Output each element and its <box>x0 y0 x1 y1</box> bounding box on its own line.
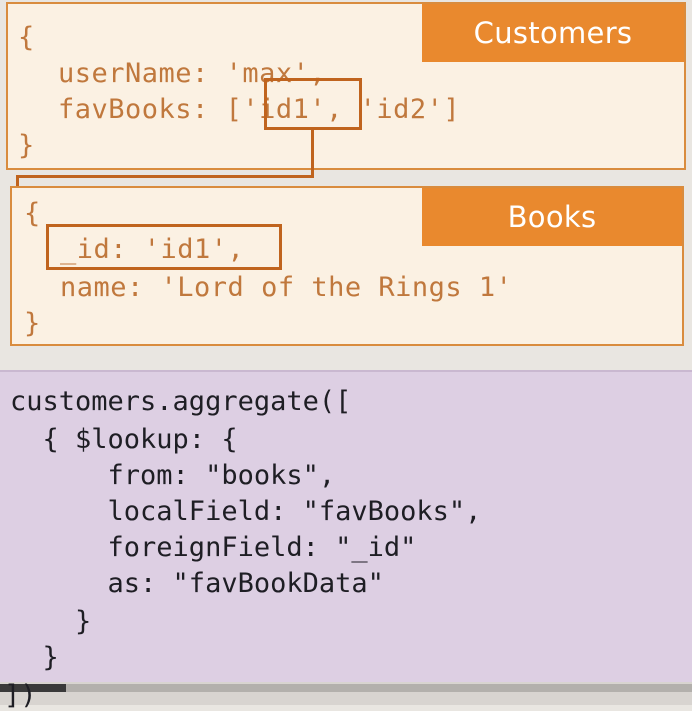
horizontal-scrollbar-track[interactable] <box>66 684 692 692</box>
customers-open-brace: { <box>18 22 35 53</box>
username-key: userName: <box>58 58 209 89</box>
books-close-brace: } <box>24 308 41 339</box>
id-highlight-box <box>46 224 282 270</box>
aggregate-line-7: } <box>10 606 92 637</box>
books-line-name: name: 'Lord of the Rings 1' <box>60 272 513 303</box>
favbooks-key: favBooks: <box>58 94 209 125</box>
books-label: Books <box>422 188 682 246</box>
customers-close-brace: } <box>18 130 35 161</box>
aggregate-line-3: from: "books", <box>10 460 336 491</box>
aggregate-line-5: foreignField: "_id" <box>10 532 417 563</box>
aggregate-line-9: ]) <box>4 680 37 711</box>
favbooks-bracket: [ <box>225 94 243 125</box>
aggregate-line-8: } <box>10 642 59 673</box>
books-open-brace: { <box>24 198 41 229</box>
aggregate-code-panel: customers.aggregate([ { $lookup: { from:… <box>0 370 692 684</box>
id1-highlight-box <box>264 78 362 130</box>
connector-vertical-top <box>311 130 314 178</box>
customers-label: Customers <box>422 4 684 62</box>
connector-horizontal <box>16 175 314 178</box>
aggregate-line-2: { $lookup: { <box>10 424 238 455</box>
aggregate-line-1: customers.aggregate([ <box>10 386 352 417</box>
aggregate-line-4: localField: "favBooks", <box>10 496 482 527</box>
customers-line-favbooks: favBooks: ['id1', 'id2'] <box>58 92 460 128</box>
aggregate-line-6: as: "favBookData" <box>10 568 384 599</box>
